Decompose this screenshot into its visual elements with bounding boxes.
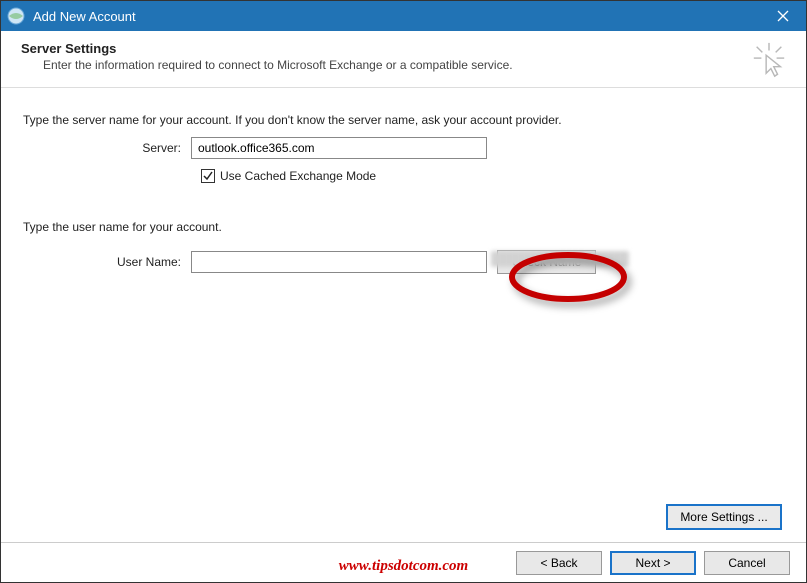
server-field-row: Server: bbox=[23, 137, 786, 159]
cancel-button[interactable]: Cancel bbox=[704, 551, 790, 575]
server-input[interactable] bbox=[191, 137, 487, 159]
cached-exchange-row[interactable]: Use Cached Exchange Mode bbox=[201, 169, 786, 183]
page-subtitle: Enter the information required to connec… bbox=[21, 58, 740, 72]
username-field-row: User Name: Check Name bbox=[23, 250, 786, 274]
wizard-header: Server Settings Enter the information re… bbox=[1, 31, 806, 88]
username-label: User Name: bbox=[23, 255, 191, 269]
content-area: Type the server name for your account. I… bbox=[1, 88, 806, 284]
back-button[interactable]: < Back bbox=[516, 551, 602, 575]
cached-exchange-label: Use Cached Exchange Mode bbox=[220, 169, 376, 183]
app-icon bbox=[7, 7, 25, 25]
checkbox-checked-icon[interactable] bbox=[201, 169, 215, 183]
user-instructions: Type the user name for your account. bbox=[23, 219, 563, 236]
page-title: Server Settings bbox=[21, 41, 740, 56]
close-button[interactable] bbox=[760, 1, 806, 31]
cursor-click-icon bbox=[750, 41, 788, 79]
next-button[interactable]: Next > bbox=[610, 551, 696, 575]
blurred-username bbox=[491, 251, 629, 267]
server-instructions: Type the server name for your account. I… bbox=[23, 112, 563, 129]
server-label: Server: bbox=[23, 141, 191, 155]
wizard-bottom-bar: < Back Next > Cancel bbox=[1, 542, 806, 582]
username-input[interactable] bbox=[191, 251, 487, 273]
more-settings-button[interactable]: More Settings ... bbox=[666, 504, 782, 530]
window-title: Add New Account bbox=[33, 9, 760, 24]
titlebar: Add New Account bbox=[1, 1, 806, 31]
